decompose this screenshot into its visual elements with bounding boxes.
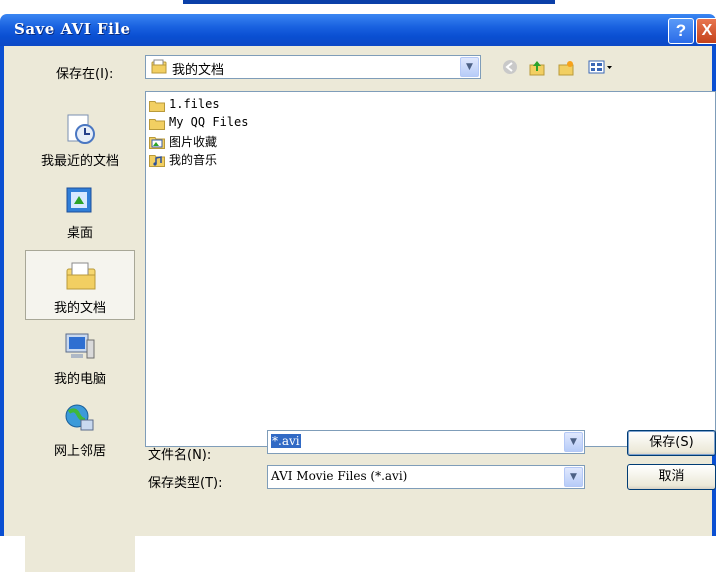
back-icon[interactable] [501, 59, 519, 77]
place-network[interactable]: 网上邻居 [25, 394, 135, 464]
file-list[interactable]: 1.files My QQ Files 图片收藏 我的音乐 [145, 91, 716, 447]
chevron-down-icon[interactable]: ▼ [460, 57, 479, 77]
pictures-folder-icon [149, 135, 165, 152]
list-item-name: My QQ Files [169, 115, 249, 129]
place-desktop[interactable]: 桌面 [25, 176, 135, 246]
file-name-label: 文件名(N): [148, 448, 212, 463]
save-in-value: 我的文档 [172, 63, 225, 78]
place-my-documents[interactable]: 我的文档 [25, 250, 135, 320]
window-title: Save AVI File [14, 20, 131, 38]
view-menu-icon[interactable] [587, 59, 615, 77]
place-label: 我最近的文档 [40, 154, 119, 169]
place-label: 我的文档 [53, 301, 106, 316]
my-computer-icon [63, 330, 97, 364]
place-label: 我的电脑 [53, 372, 106, 387]
place-recent-documents[interactable]: 我最近的文档 [25, 104, 135, 174]
save-dialog: Save AVI File ? X 保存在(I): 我的文档 ▼ 我最近的文档 … [0, 14, 716, 572]
list-item-name: 我的音乐 [169, 153, 218, 167]
file-type-value: AVI Movie Files (*.avi) [271, 469, 408, 483]
place-my-computer[interactable]: 我的电脑 [25, 322, 135, 392]
network-places-icon [63, 402, 97, 436]
dialog-body: 保存在(I): 我的文档 ▼ 我最近的文档 桌面 我的文档 我的电脑 网上邻居 … [0, 46, 716, 572]
save-in-label: 保存在(I): [56, 67, 114, 82]
new-folder-icon[interactable] [557, 59, 575, 77]
up-folder-icon[interactable] [528, 59, 546, 77]
places-bar: 我最近的文档 桌面 我的文档 我的电脑 网上邻居 [25, 104, 135, 572]
file-name-field[interactable]: *.avi ▼ [267, 430, 585, 454]
folder-icon [149, 99, 165, 115]
file-name-value: *.avi [271, 434, 301, 448]
folder-icon [149, 117, 165, 133]
recent-documents-icon [63, 112, 97, 146]
chevron-down-icon[interactable]: ▼ [564, 432, 583, 452]
music-folder-icon [149, 153, 165, 170]
list-item-name: 图片收藏 [169, 135, 218, 149]
help-button[interactable]: ? [668, 18, 694, 44]
desktop-icon [63, 184, 97, 218]
title-bar[interactable]: Save AVI File ? X [0, 14, 716, 46]
place-label: 网上邻居 [53, 444, 106, 459]
close-button[interactable]: X [696, 18, 716, 44]
file-type-dropdown[interactable]: AVI Movie Files (*.avi) ▼ [267, 465, 585, 489]
chevron-down-icon[interactable]: ▼ [564, 467, 583, 487]
save-button[interactable]: 保存(S) [627, 430, 716, 456]
cancel-button[interactable]: 取消 [627, 464, 716, 490]
place-label: 桌面 [66, 226, 93, 241]
my-documents-icon [64, 259, 98, 293]
list-item-name: 1.files [169, 97, 220, 111]
file-type-label: 保存类型(T): [148, 476, 223, 491]
background-window-titlebar [183, 0, 555, 4]
save-in-dropdown[interactable]: 我的文档 ▼ [145, 55, 481, 79]
